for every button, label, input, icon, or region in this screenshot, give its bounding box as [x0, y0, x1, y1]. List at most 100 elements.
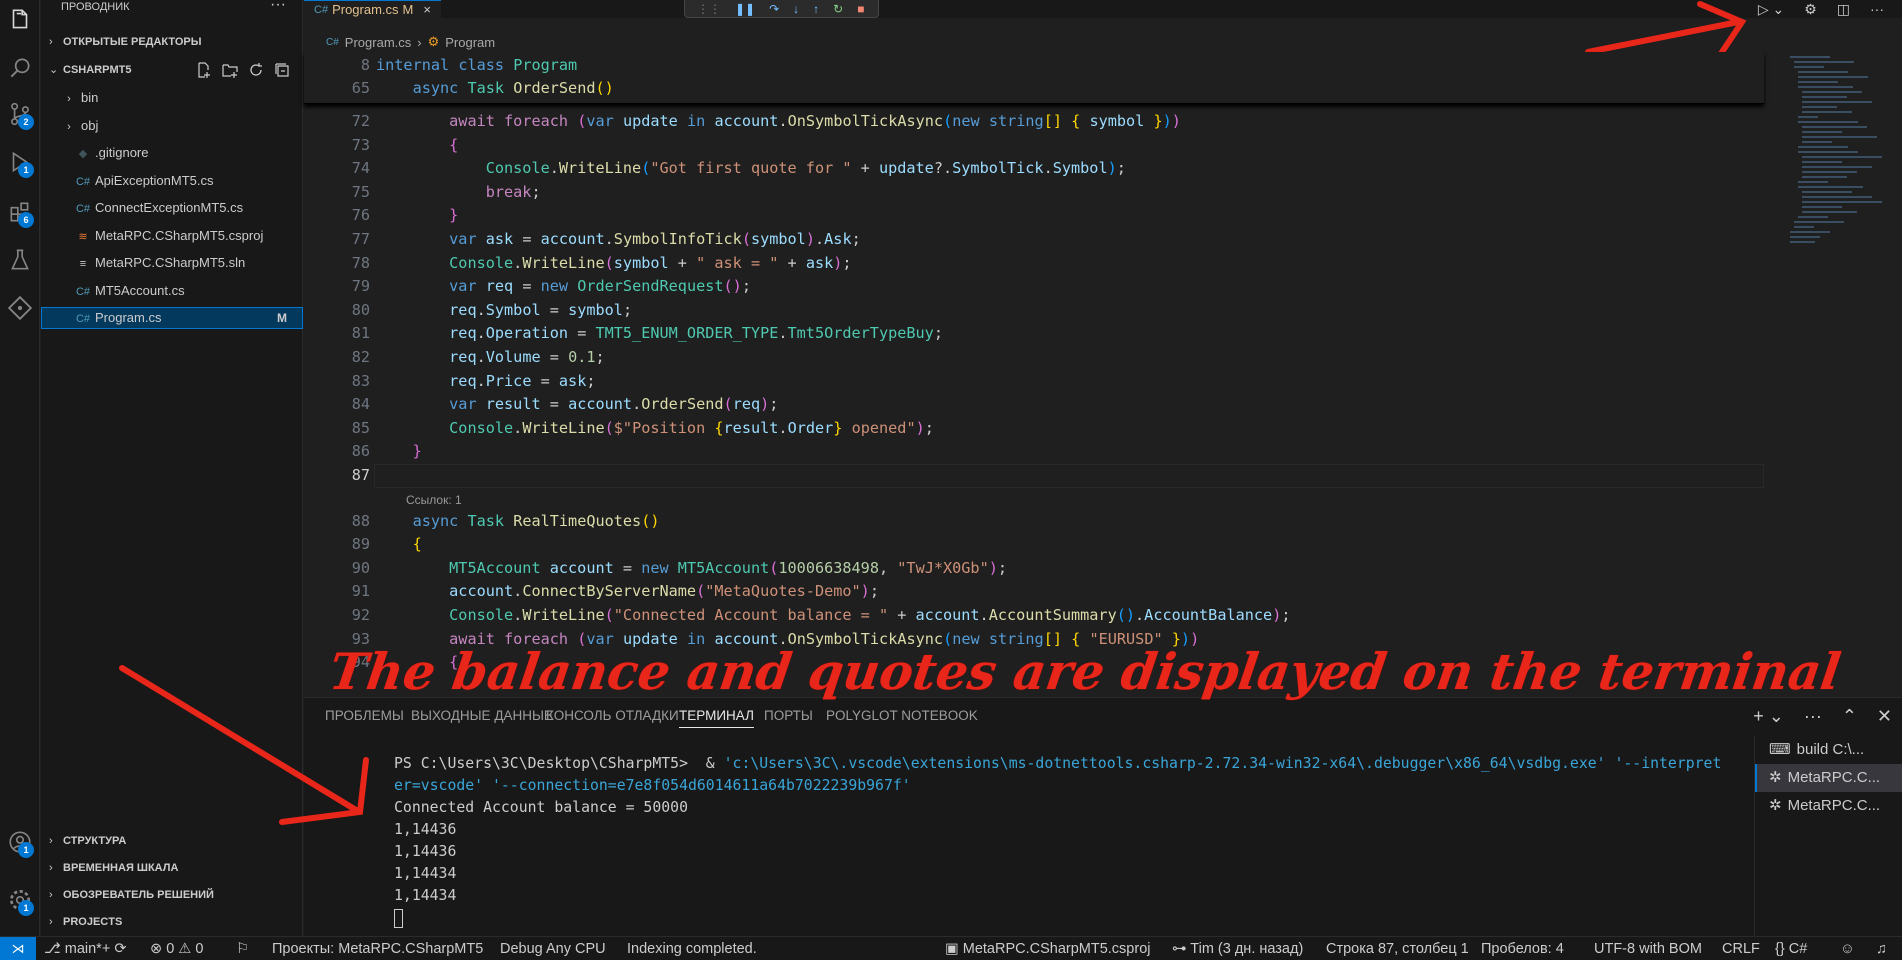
explorer-sidebar: ПРОВОДНИК ··· › ОТКРЫТЫЕ РЕДАКТОРЫ ⌄ CSHAR… — [41, 0, 303, 936]
bottom-panel: ПРОБЛЕМЫ ВЫХОДНЫЕ ДАННЫЕ КОНСОЛЬ ОТЛАДКИ ТЕ… — [304, 697, 1902, 936]
debug-config-icon[interactable]: ⚙ — [1804, 1, 1817, 18]
modified-flag: M — [277, 311, 287, 325]
breadcrumb-file[interactable]: Program.cs — [345, 35, 411, 50]
encoding-status[interactable]: UTF-8 with BOM — [1594, 937, 1702, 960]
step-over-icon[interactable]: ↷ — [769, 2, 779, 16]
terminal-instance[interactable]: ✲ MetaRPC.C... — [1755, 764, 1902, 792]
projects-status[interactable]: Проекты: MetaRPC.CSharpMT5 — [272, 937, 483, 960]
debug-toolbar: ⋮⋮ ❚❚ ↷ ↓ ↑ ↻ ■ — [684, 0, 879, 18]
branch-status[interactable]: ⎇ main*+ ⟳ — [44, 937, 126, 960]
step-into-icon[interactable]: ↓ — [793, 2, 799, 16]
tree-item[interactable]: C# ConnectExceptionMT5.cs — [41, 197, 303, 219]
restart-icon[interactable]: ↻ — [833, 2, 843, 16]
sidebar-title: ПРОВОДНИК — [61, 1, 130, 13]
annotation-text: The balance and quotes are displayed on … — [325, 642, 1845, 701]
tree-item[interactable]: ≋ MetaRPC.CSharpMT5.csproj — [41, 225, 303, 247]
step-out-icon[interactable]: ↑ — [813, 2, 819, 16]
more-actions-icon[interactable]: ··· — [270, 0, 286, 14]
close-tab-icon[interactable]: × — [423, 2, 431, 17]
terminal-instance[interactable]: ⌨ build C:\... — [1755, 736, 1902, 764]
maximize-panel-icon[interactable]: ⌃ — [1842, 706, 1857, 727]
code-line: 8 internal class Program — [360, 56, 578, 74]
notifications-icon[interactable]: ♫ — [1876, 937, 1887, 960]
terminal-line: Connected Account balance = 50000 — [394, 799, 688, 816]
explorer-icon[interactable] — [0, 0, 40, 40]
source-control-icon[interactable]: 2 — [0, 94, 40, 134]
copilot-icon[interactable]: ☺ — [1840, 937, 1855, 960]
git-graph-icon[interactable] — [0, 288, 40, 328]
new-file-icon[interactable] — [195, 59, 213, 81]
code-line: 80 req.Symbol = symbol; — [351, 300, 633, 319]
panel-tab[interactable]: ПОРТЫ — [764, 698, 813, 734]
pause-icon[interactable]: ❚❚ — [735, 2, 755, 16]
sync-icon: ⟳ — [114, 941, 127, 957]
accounts-icon[interactable]: 1 — [0, 822, 40, 862]
csproj-status[interactable]: ▣ MetaRPC.CSharpMT5.csproj — [945, 937, 1150, 960]
more-actions-icon[interactable]: ··· — [1804, 706, 1822, 727]
terminal-instance[interactable]: ✲ MetaRPC.C... — [1755, 792, 1902, 820]
more-actions-icon[interactable]: ··· — [1870, 1, 1884, 17]
tree-item[interactable]: ≡ MetaRPC.CSharpMT5.sln — [41, 252, 303, 274]
split-editor-icon[interactable]: ◫ — [1837, 1, 1850, 18]
terminal-output[interactable]: PS C:\Users\3C\Desktop\CSharpMT5> & 'c:\… — [394, 753, 1740, 928]
code-line: 74 Console.WriteLine("Got first quote fo… — [351, 159, 1126, 178]
tree-item[interactable]: C# MT5Account.cs — [41, 280, 303, 302]
tree-item[interactable]: › obj — [41, 115, 303, 137]
extensions-icon[interactable]: 6 — [0, 192, 40, 232]
new-terminal-icon[interactable]: + ⌄ — [1753, 706, 1784, 727]
section-projects[interactable]: › PROJECTS — [41, 911, 303, 933]
status-bar: ⋊ ⎇ main*+ ⟳ ⊗ 0 ⚠ 0 ⚐ Проекты: MetaRPC.… — [0, 936, 1902, 960]
section-project[interactable]: ⌄ CSHARPMT5 — [41, 59, 303, 81]
section-timeline[interactable]: › ВРЕМЕННАЯ ШКАЛА — [41, 857, 303, 879]
settings-badge: 1 — [18, 900, 34, 916]
tree-item[interactable]: ◆ .gitignore — [41, 142, 303, 164]
panel-tab[interactable]: КОНСОЛЬ ОТЛАДКИ — [546, 698, 679, 734]
run-icon[interactable]: ▷ ⌄ — [1758, 1, 1784, 18]
csharp-file-icon: C# — [314, 3, 329, 16]
section-open-editors[interactable]: › ОТКРЫТЫЕ РЕДАКТОРЫ — [41, 31, 303, 53]
eol-status[interactable]: CRLF — [1722, 937, 1760, 960]
tree-item[interactable]: › bin — [41, 87, 303, 109]
panel-tab[interactable]: ПРОБЛЕМЫ — [325, 698, 404, 734]
code-line: 91 account.ConnectByServerName("MetaQuot… — [351, 582, 879, 601]
terminal-line: 1,14436 — [394, 843, 457, 860]
panel-tab[interactable]: ВЫХОДНЫЕ ДАННЫЕ — [411, 698, 553, 734]
tab-program-cs[interactable]: C# Program.cs M × — [304, 0, 441, 18]
scm-badge: 2 — [18, 114, 34, 130]
new-folder-icon[interactable] — [221, 59, 239, 81]
panel-tab[interactable]: ТЕРМИНАЛ — [679, 698, 754, 728]
indentation-status[interactable]: Пробелов: 4 — [1481, 937, 1564, 960]
extensions-badge: 6 — [18, 212, 34, 228]
remote-icon[interactable]: ⋊ — [0, 937, 36, 960]
build-config-status[interactable]: Debug Any CPU — [500, 937, 606, 960]
collapse-all-icon[interactable] — [273, 59, 291, 81]
run-tests-icon[interactable]: ⚐ — [236, 937, 249, 960]
codelens-references[interactable]: Ссылок: 1 — [406, 493, 462, 507]
search-icon[interactable] — [0, 48, 40, 88]
tree-item[interactable]: C# Program.cs M — [41, 307, 303, 329]
section-solution-explorer[interactable]: › ОБОЗРЕВАТЕЛЬ РЕШЕНИЙ — [41, 884, 303, 906]
chevron-right-icon: › — [417, 34, 422, 50]
panel-tab[interactable]: POLYGLOT NOTEBOOK — [826, 698, 978, 734]
stop-icon[interactable]: ■ — [857, 2, 864, 16]
blame-status[interactable]: ⊶ Tim (3 дн. назад) — [1172, 937, 1303, 960]
breadcrumb: C# Program.cs › ⚙ Program — [326, 32, 495, 52]
breadcrumb-symbol[interactable]: Program — [445, 35, 495, 50]
cursor-position[interactable]: Строка 87, столбец 1 — [1326, 937, 1469, 960]
testing-icon[interactable] — [0, 240, 40, 280]
problems-status[interactable]: ⊗ 0 ⚠ 0 — [150, 937, 203, 960]
refresh-icon[interactable] — [247, 59, 265, 81]
activity-bar: 2 1 6 1 1 — [0, 0, 40, 936]
section-outline[interactable]: › СТРУКТУРА — [41, 830, 303, 852]
drag-handle-icon[interactable]: ⋮⋮ — [697, 2, 721, 16]
tree-item[interactable]: C# ApiExceptionMT5.cs — [41, 170, 303, 192]
settings-gear-icon[interactable]: 1 — [0, 880, 40, 920]
close-panel-icon[interactable]: ✕ — [1877, 706, 1892, 727]
language-status[interactable]: {} C# — [1775, 937, 1807, 960]
chevron-right-icon: › — [67, 93, 71, 105]
git-commit-icon: ⊶ — [1172, 941, 1191, 957]
run-debug-icon[interactable]: 1 — [0, 142, 40, 182]
csharp-file-icon: C# — [75, 285, 91, 298]
minimap[interactable] — [1782, 52, 1902, 652]
warning-icon: ⚠ — [178, 941, 196, 957]
